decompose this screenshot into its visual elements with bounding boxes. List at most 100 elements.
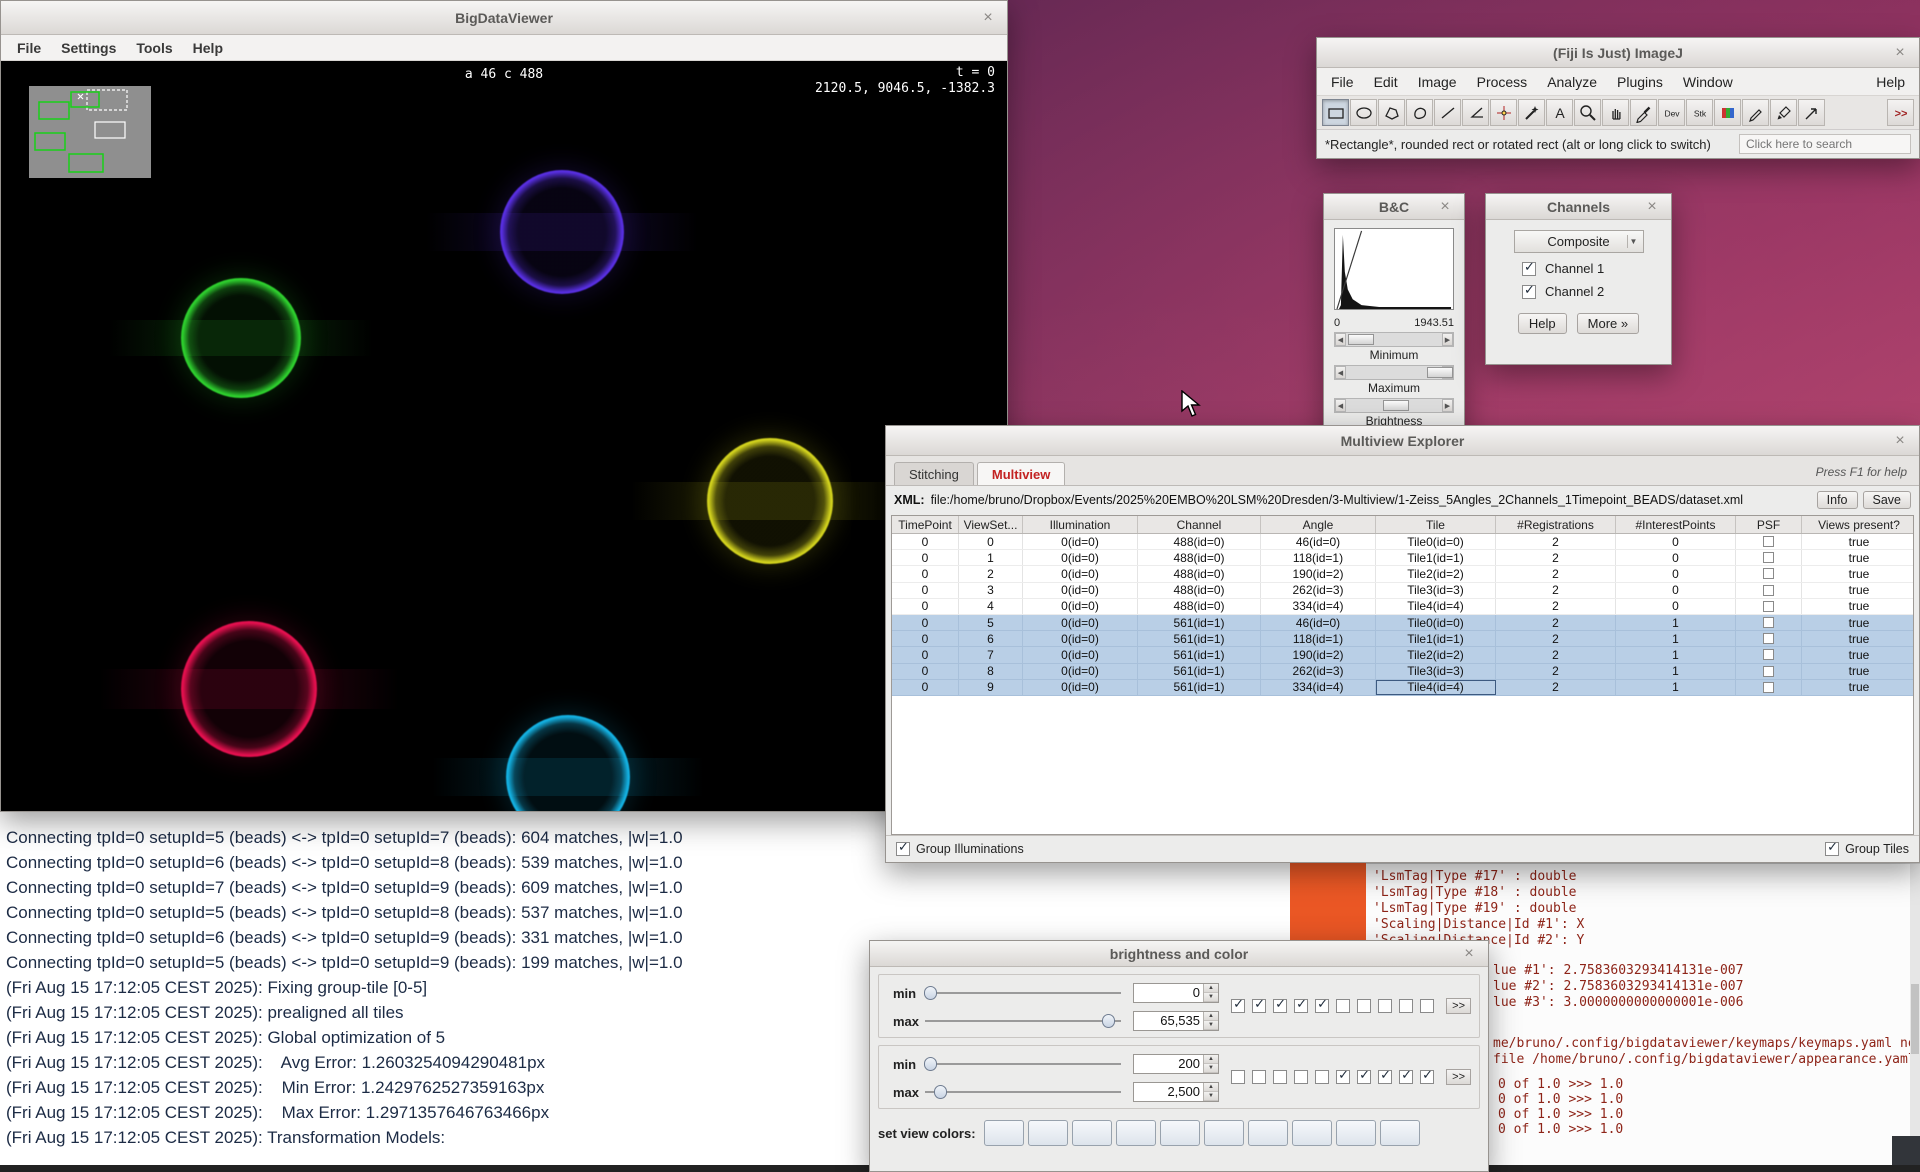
arrow-left-icon[interactable]: ◀: [1335, 399, 1346, 412]
menu-help[interactable]: Help: [1866, 71, 1915, 93]
column-header-interestpoints[interactable]: #InterestPoints: [1616, 516, 1736, 533]
freehand-tool-icon[interactable]: [1406, 99, 1433, 126]
spinner-down-icon[interactable]: ▼: [1204, 1064, 1218, 1073]
view-checkbox-3[interactable]: [1294, 1070, 1308, 1084]
spinner-arrows[interactable]: ▲▼: [1203, 1083, 1218, 1101]
bdv-menu-file[interactable]: File: [7, 38, 51, 58]
view-checkbox-4[interactable]: [1315, 1070, 1329, 1084]
min-slider[interactable]: [925, 985, 1121, 1001]
menu-edit[interactable]: Edit: [1364, 71, 1408, 93]
hand-tool-icon[interactable]: [1602, 99, 1629, 126]
spinner-arrows[interactable]: ▲▼: [1203, 1055, 1218, 1073]
spinner-down-icon[interactable]: ▼: [1204, 1021, 1218, 1030]
table-row[interactable]: 020(id=0)488(id=0)190(id=2)Tile2(id=2)20…: [892, 566, 1913, 582]
polygon-tool-icon[interactable]: [1378, 99, 1405, 126]
imagej-titlebar[interactable]: (Fiji Is Just) ImageJ ×: [1317, 38, 1919, 68]
minimum-slider[interactable]: ◀ ▶: [1334, 332, 1454, 347]
max-spinner[interactable]: 2,500▲▼: [1133, 1082, 1219, 1102]
view-checkbox-0[interactable]: [1231, 1070, 1245, 1084]
slider-thumb[interactable]: [1427, 367, 1453, 378]
max-spinner[interactable]: 65,535▲▼: [1133, 1011, 1219, 1031]
min-spinner[interactable]: 200▲▼: [1133, 1054, 1219, 1074]
min-slider[interactable]: [925, 1056, 1121, 1072]
psf-checkbox[interactable]: [1763, 568, 1774, 579]
table-row[interactable]: 090(id=0)561(id=1)334(id=4)Tile4(id=4)21…: [892, 680, 1913, 696]
stk-tool-icon[interactable]: Stk: [1686, 99, 1713, 126]
close-icon[interactable]: ×: [1435, 197, 1455, 217]
view-color-button-9[interactable]: [1380, 1120, 1420, 1146]
view-color-button-5[interactable]: [1204, 1120, 1244, 1146]
zoom-tool-icon[interactable]: [1574, 99, 1601, 126]
view-color-button-0[interactable]: [984, 1120, 1024, 1146]
view-checkbox-7[interactable]: [1378, 1070, 1392, 1084]
line-tool-icon[interactable]: [1434, 99, 1461, 126]
spinner-arrows[interactable]: ▲▼: [1203, 1012, 1218, 1030]
bdv-menu-help[interactable]: Help: [183, 38, 233, 58]
lut-tool-icon[interactable]: [1714, 99, 1741, 126]
menu-file[interactable]: File: [1321, 71, 1364, 93]
bdv-titlebar[interactable]: BigDataViewer ×: [1, 1, 1007, 35]
scrollbar-thumb[interactable]: [1911, 984, 1919, 1054]
view-checkbox-2[interactable]: [1273, 1070, 1287, 1084]
terminal-scrollbar[interactable]: [1910, 864, 1920, 1165]
wand-tool-icon[interactable]: [1518, 99, 1545, 126]
view-checkbox-8[interactable]: [1399, 1070, 1413, 1084]
angle-tool-icon[interactable]: [1462, 99, 1489, 126]
spinner-up-icon[interactable]: ▲: [1204, 1055, 1218, 1064]
mv-titlebar[interactable]: Multiview Explorer ×: [886, 426, 1919, 456]
view-checkbox-0[interactable]: [1231, 999, 1245, 1013]
maximum-slider[interactable]: ◀ ▶: [1334, 365, 1454, 380]
brightness-slider[interactable]: ◀ ▶: [1334, 398, 1454, 413]
view-color-button-6[interactable]: [1248, 1120, 1288, 1146]
tab-multiview[interactable]: Multiview: [977, 462, 1066, 485]
brush-tool-icon[interactable]: [1770, 99, 1797, 126]
close-icon[interactable]: ×: [1890, 431, 1910, 451]
oval-tool-icon[interactable]: [1350, 99, 1377, 126]
dropper-tool-icon[interactable]: [1630, 99, 1657, 126]
menu-image[interactable]: Image: [1408, 71, 1467, 93]
view-color-button-3[interactable]: [1116, 1120, 1156, 1146]
view-checkbox-6[interactable]: [1357, 1070, 1371, 1084]
psf-checkbox[interactable]: [1763, 585, 1774, 596]
slider-thumb[interactable]: [924, 986, 937, 1000]
channel-2-checkbox[interactable]: [1522, 285, 1536, 299]
column-header-angle[interactable]: Angle: [1261, 516, 1376, 533]
psf-checkbox[interactable]: [1763, 617, 1774, 628]
table-row[interactable]: 030(id=0)488(id=0)262(id=3)Tile3(id=3)20…: [892, 583, 1913, 599]
max-slider[interactable]: [925, 1013, 1121, 1029]
spinner-up-icon[interactable]: ▲: [1204, 1083, 1218, 1092]
column-header-viewspresent[interactable]: Views present?: [1802, 516, 1914, 533]
channel-1-checkbox[interactable]: [1522, 262, 1536, 276]
arrow-left-icon[interactable]: ◀: [1335, 366, 1346, 379]
view-checkbox-1[interactable]: [1252, 1070, 1266, 1084]
view-checkbox-2[interactable]: [1273, 999, 1287, 1013]
max-slider[interactable]: [925, 1084, 1121, 1100]
dev-tool-icon[interactable]: Dev: [1658, 99, 1685, 126]
spinner-up-icon[interactable]: ▲: [1204, 984, 1218, 993]
view-checkbox-8[interactable]: [1399, 999, 1413, 1013]
menu-analyze[interactable]: Analyze: [1537, 71, 1607, 93]
arrow-left-icon[interactable]: ◀: [1335, 333, 1346, 346]
view-checkbox-9[interactable]: [1420, 1070, 1434, 1084]
close-icon[interactable]: ×: [1459, 944, 1479, 964]
table-row[interactable]: 040(id=0)488(id=0)334(id=4)Tile4(id=4)20…: [892, 599, 1913, 615]
menu-process[interactable]: Process: [1467, 71, 1538, 93]
arrow-tool-icon[interactable]: [1798, 99, 1825, 126]
column-header-psf[interactable]: PSF: [1736, 516, 1802, 533]
slider-thumb[interactable]: [924, 1057, 937, 1071]
bc-titlebar[interactable]: B&C ×: [1324, 194, 1464, 220]
column-header-tile[interactable]: Tile: [1376, 516, 1496, 533]
column-header-timepoint[interactable]: TimePoint: [892, 516, 959, 533]
psf-checkbox[interactable]: [1763, 666, 1774, 677]
slider-thumb[interactable]: [1102, 1014, 1115, 1028]
close-icon[interactable]: ×: [978, 8, 998, 28]
table-row[interactable]: 000(id=0)488(id=0)46(id=0)Tile0(id=0)20t…: [892, 534, 1913, 550]
info-button[interactable]: Info: [1817, 491, 1858, 509]
bdv-minimap[interactable]: [29, 86, 151, 178]
psf-checkbox[interactable]: [1763, 682, 1774, 693]
table-row[interactable]: 060(id=0)561(id=1)118(id=1)Tile1(id=1)21…: [892, 631, 1913, 647]
slider-thumb[interactable]: [1383, 400, 1409, 411]
close-icon[interactable]: ×: [1642, 197, 1662, 217]
view-checkbox-6[interactable]: [1357, 999, 1371, 1013]
psf-checkbox[interactable]: [1763, 552, 1774, 563]
